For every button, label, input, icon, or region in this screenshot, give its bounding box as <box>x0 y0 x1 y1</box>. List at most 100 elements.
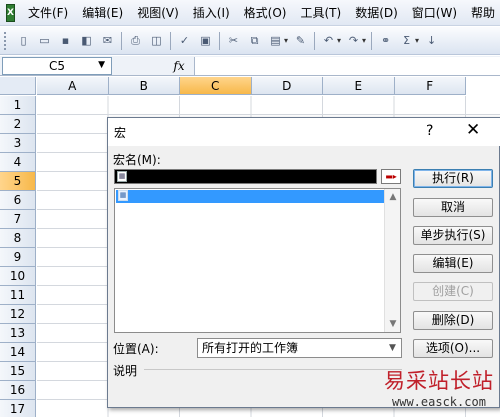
row-header-2[interactable]: 2 <box>0 115 36 134</box>
location-label: 位置(A): <box>113 342 159 356</box>
format-painter-icon[interactable]: ✎ <box>292 32 309 49</box>
menu-file[interactable]: 文件(F) <box>21 1 75 25</box>
row-header-14[interactable]: 14 <box>0 343 36 362</box>
autosum-dropdown-icon[interactable]: ▾ <box>415 36 419 45</box>
menu-edit[interactable]: 编辑(E) <box>75 1 130 25</box>
standard-toolbar: ▯ ▭ ▪ ◧ ✉ ⎙ ◫ ✓ ▣ ✂ ⧉ ▤ ▾ ✎ ↶ ▾ ↷ ▾ ⚭ Σ … <box>0 27 500 55</box>
row-header-13[interactable]: 13 <box>0 324 36 343</box>
new-icon[interactable]: ▯ <box>15 32 32 49</box>
paste-dropdown-icon[interactable]: ▾ <box>284 36 288 45</box>
row-header-17[interactable]: 17 <box>0 400 36 417</box>
watermark-brand: 易采站长站 <box>384 369 494 393</box>
toolbar-grip[interactable] <box>4 31 7 50</box>
paste-icon[interactable]: ▤ <box>267 32 284 49</box>
list-item[interactable]: ▦ <box>116 190 384 203</box>
delete-button[interactable]: 删除(D) <box>413 311 493 330</box>
row-header-6[interactable]: 6 <box>0 191 36 210</box>
print-preview-icon[interactable]: ◫ <box>148 32 165 49</box>
menu-data[interactable]: 数据(D) <box>348 1 405 25</box>
toolbar-separator <box>170 31 171 50</box>
toolbar-separator <box>121 31 122 50</box>
sort-ascending-icon[interactable]: ↓ <box>423 32 440 49</box>
excel-app-icon[interactable]: X <box>6 3 15 22</box>
menu-view[interactable]: 视图(V) <box>130 1 186 25</box>
row-header-9[interactable]: 9 <box>0 248 36 267</box>
scroll-down-icon[interactable]: ▼ <box>385 316 401 332</box>
row-header-11[interactable]: 11 <box>0 286 36 305</box>
column-header-b[interactable]: B <box>108 77 180 95</box>
watermark-url: www.easck.com <box>392 395 486 409</box>
row-header-8[interactable]: 8 <box>0 229 36 248</box>
macro-name-input[interactable]: ▦ <box>114 169 377 184</box>
insert-function-icon[interactable]: fx <box>164 59 194 73</box>
row-header-4[interactable]: 4 <box>0 153 36 172</box>
macro-list-scrollbar[interactable]: ▲ ▼ <box>384 189 400 332</box>
dialog-titlebar[interactable]: 宏 ? ✕ <box>108 118 500 146</box>
copy-icon[interactable]: ⧉ <box>246 32 263 49</box>
location-value: 所有打开的工作簿 <box>202 341 299 355</box>
autosum-icon[interactable]: Σ <box>398 32 415 49</box>
name-box-value: C5 <box>48 58 65 73</box>
column-header-c[interactable]: C <box>180 77 252 95</box>
row-header-12[interactable]: 12 <box>0 305 36 324</box>
macro-list[interactable]: ▦ ▲ ▼ <box>114 188 401 333</box>
column-header-d[interactable]: D <box>251 77 323 95</box>
undo-icon[interactable]: ↶ <box>320 32 337 49</box>
edit-button[interactable]: 编辑(E) <box>413 254 493 273</box>
macro-name-label: 宏名(M): <box>113 153 161 167</box>
step-into-button[interactable]: 单步执行(S) <box>413 226 493 245</box>
menu-format[interactable]: 格式(O) <box>237 1 294 25</box>
permission-icon[interactable]: ◧ <box>78 32 95 49</box>
formula-bar: C5 ▼ fx <box>0 56 500 76</box>
location-select[interactable]: 所有打开的工作簿 ▼ <box>197 338 402 358</box>
save-icon[interactable]: ▪ <box>57 32 74 49</box>
macro-icon: ▦ <box>118 190 128 201</box>
create-button: 创建(C) <box>413 282 493 301</box>
menu-window[interactable]: 窗口(W) <box>405 1 464 25</box>
options-button[interactable]: 选项(O)... <box>413 339 493 358</box>
menu-tools[interactable]: 工具(T) <box>293 1 348 25</box>
column-header-e[interactable]: E <box>323 77 395 95</box>
row-header-7[interactable]: 7 <box>0 210 36 229</box>
menu-help[interactable]: 帮助 <box>464 1 500 25</box>
run-button[interactable]: 执行(R) <box>413 169 493 188</box>
open-icon[interactable]: ▭ <box>36 32 53 49</box>
close-icon[interactable]: ✕ <box>466 120 480 140</box>
row-header-5[interactable]: 5 <box>0 172 36 191</box>
toolbar-separator <box>314 31 316 50</box>
hyperlink-icon[interactable]: ⚭ <box>377 32 394 49</box>
description-divider <box>144 369 402 370</box>
cut-icon[interactable]: ✂ <box>225 32 242 49</box>
column-header-a[interactable]: A <box>37 77 109 95</box>
chevron-down-icon[interactable]: ▼ <box>384 339 401 357</box>
row-header-10[interactable]: 10 <box>0 267 36 286</box>
row-header-15[interactable]: 15 <box>0 362 36 381</box>
help-icon[interactable]: ? <box>426 123 433 139</box>
row-header-16[interactable]: 16 <box>0 381 36 400</box>
select-all-corner[interactable] <box>0 77 36 95</box>
watermark: 易采站长站 www.easck.com <box>378 365 500 417</box>
menu-insert[interactable]: 插入(I) <box>186 1 237 25</box>
column-header-f[interactable]: F <box>394 77 466 95</box>
description-label: 说明 <box>113 364 138 378</box>
menu-bar: X 文件(F) 编辑(E) 视图(V) 插入(I) 格式(O) 工具(T) 数据… <box>0 0 500 26</box>
row-header-3[interactable]: 3 <box>0 134 36 153</box>
toolbar-separator <box>371 31 373 50</box>
formula-input[interactable] <box>194 56 500 75</box>
macro-icon: ▦ <box>117 171 127 182</box>
spelling-icon[interactable]: ✓ <box>176 32 193 49</box>
scroll-up-icon[interactable]: ▲ <box>385 189 401 205</box>
redo-dropdown-icon[interactable]: ▾ <box>362 36 366 45</box>
undo-dropdown-icon[interactable]: ▾ <box>337 36 341 45</box>
collapse-dialog-button[interactable]: ▬▸ <box>381 169 401 184</box>
chevron-down-icon[interactable]: ▼ <box>98 60 105 70</box>
redo-icon[interactable]: ↷ <box>345 32 362 49</box>
name-box[interactable]: C5 ▼ <box>2 56 112 75</box>
toolbar-separator <box>219 31 220 50</box>
research-icon[interactable]: ▣ <box>197 32 214 49</box>
print-icon[interactable]: ⎙ <box>127 32 144 49</box>
row-header-1[interactable]: 1 <box>0 96 36 115</box>
email-icon[interactable]: ✉ <box>99 32 116 49</box>
cancel-button[interactable]: 取消 <box>413 198 493 217</box>
dialog-title: 宏 <box>114 126 127 140</box>
